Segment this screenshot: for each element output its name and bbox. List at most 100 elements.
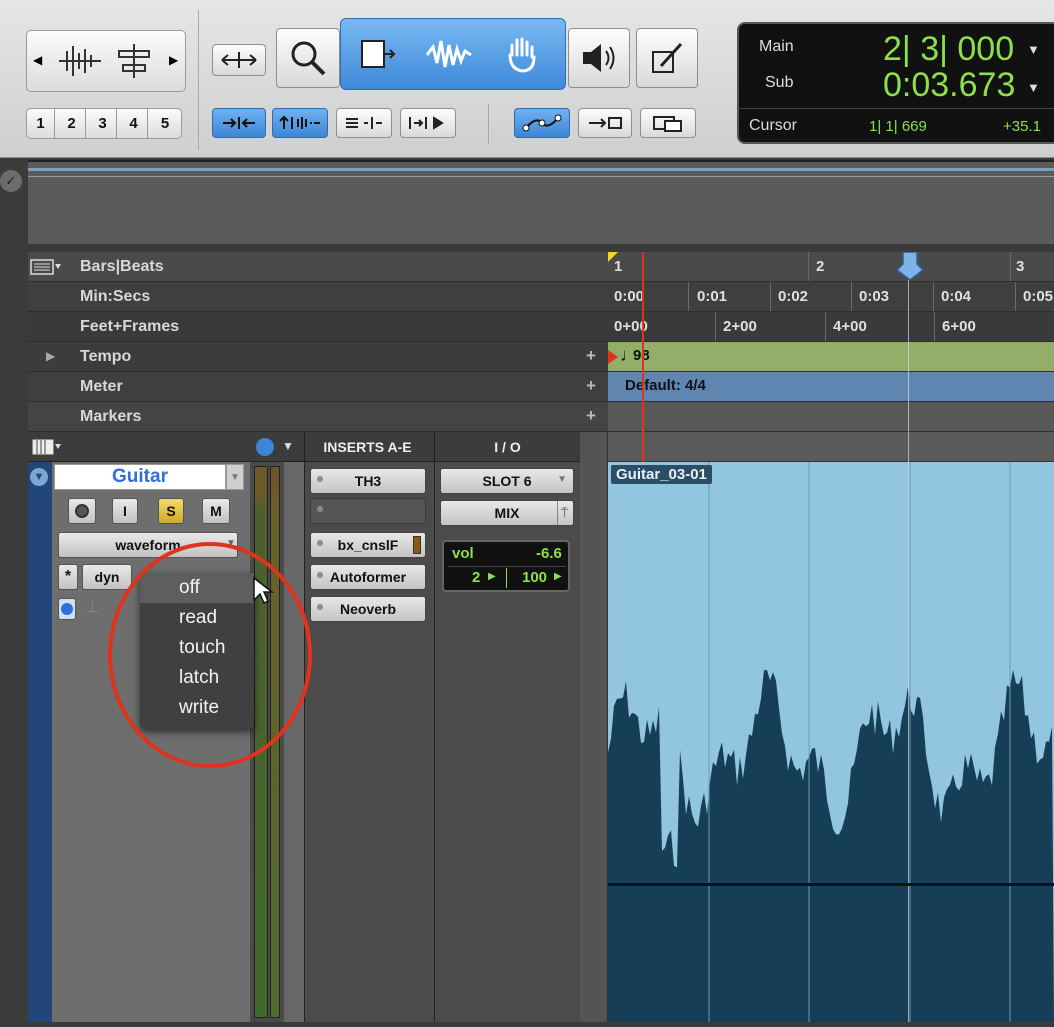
ruler-bars-beats: Bars|Beats 1 2 3	[28, 251, 1054, 282]
pan-right-value[interactable]: 100	[522, 569, 547, 586]
selector-tool-button[interactable]	[421, 33, 479, 77]
add-meter-button[interactable]: +	[586, 376, 596, 396]
bar-tick: 3	[1016, 258, 1025, 275]
ruler-meter: Meter + Default: 4/4	[28, 372, 1054, 402]
track-list-menu-icon[interactable]	[32, 438, 64, 456]
playhead-line	[908, 280, 909, 1022]
edit-cursor-line	[642, 252, 644, 462]
io-column-header[interactable]: I / O	[434, 432, 580, 462]
scrubber-tool-button[interactable]	[568, 28, 630, 88]
zoom-presets: 1 2 3 4 5	[26, 108, 182, 139]
timebase-dropdown-icon[interactable]: ▼	[282, 439, 294, 453]
toolbar: ◀ ▶ 1 2 3 4 5 Main 2| 3| 000 ▼ Sub 0:03.…	[0, 0, 1054, 158]
timebase-clock-icon[interactable]	[256, 438, 274, 456]
time-tick: 0:04	[941, 288, 972, 305]
main-counter-value[interactable]: 2| 3| 000	[883, 30, 1014, 69]
timebase-icon[interactable]	[58, 598, 76, 620]
grabber-tool-button[interactable]	[493, 33, 551, 77]
insert-slot-c[interactable]: bx_cnslF	[310, 532, 426, 558]
markers-lane[interactable]	[608, 402, 1054, 431]
link-timeline-button[interactable]	[514, 108, 570, 138]
main-counter-label: Main	[759, 38, 794, 55]
speaker-icon	[583, 44, 615, 72]
ruler-label-feet-frames: Feet+Frames	[80, 318, 180, 335]
insert-slot-d[interactable]: Autoformer	[310, 564, 426, 590]
main-counter-dropdown-icon[interactable]: ▼	[1027, 42, 1040, 57]
bars-beats-timeline[interactable]: 1 2 3	[608, 251, 1054, 281]
add-tempo-button[interactable]: +	[586, 346, 596, 366]
pencil-icon	[652, 42, 683, 73]
ruler-min-secs: Min:Secs 0:00 0:01 0:02 0:03 0:04 0:05	[28, 282, 1054, 312]
track-expand-icon[interactable]: ▼	[30, 468, 48, 486]
clip-name[interactable]: Guitar_03-01	[611, 465, 712, 484]
zoomer-tool-button[interactable]	[276, 28, 340, 88]
track-name-field[interactable]: Guitar	[54, 464, 226, 490]
frame-tick: 6+00	[942, 318, 976, 335]
insert-slot-e[interactable]: Neoverb	[310, 596, 426, 622]
ruler-label-tempo: Tempo	[80, 348, 132, 365]
feet-frames-timeline[interactable]: 0+00 2+00 4+00 6+00	[608, 312, 1054, 341]
playlist-icon[interactable]: ⊥	[86, 598, 99, 616]
sub-counter-label: Sub	[765, 74, 794, 91]
track-header: ▼ Guitar ▼ I S M waveform ▼ * dyn ⊥ TH3 …	[28, 462, 580, 1022]
sub-counter-dropdown-icon[interactable]: ▼	[1027, 80, 1040, 95]
automation-asterisk-icon[interactable]: *	[58, 564, 78, 590]
vertical-zoom-icon[interactable]	[109, 41, 159, 81]
zoom-toggle-button[interactable]	[212, 44, 266, 76]
trim-tool-button[interactable]	[347, 33, 405, 77]
zoom-preset-5[interactable]: 5	[151, 109, 179, 138]
ruler-tempo: ▶ Tempo + ♩ 98	[28, 342, 1054, 372]
selector-waveform-icon	[425, 40, 472, 68]
min-secs-timeline[interactable]: 0:00 0:01 0:02 0:03 0:04 0:05	[608, 282, 1054, 311]
insertion-follows-button[interactable]	[578, 108, 632, 138]
zoom-out-arrow-icon[interactable]: ◀	[33, 53, 42, 67]
automation-mode-selector[interactable]: dyn	[82, 564, 132, 590]
volume-automation-line	[608, 883, 1054, 886]
add-marker-button[interactable]: +	[586, 406, 596, 426]
insert-slot-a[interactable]: TH3	[310, 468, 426, 494]
main-counter: Main 2| 3| 000 ▼ Sub 0:03.673 ▼ Cursor 1…	[737, 22, 1054, 144]
mute-button[interactable]: M	[202, 498, 230, 524]
zoom-preset-3[interactable]: 3	[89, 109, 117, 138]
pencil-tool-button[interactable]	[636, 28, 698, 88]
insert-slot-b[interactable]	[310, 498, 426, 524]
arrow-box-icon	[589, 117, 622, 129]
zoom-in-arrow-icon[interactable]: ▶	[169, 53, 178, 67]
zoom-preset-4[interactable]: 4	[120, 109, 148, 138]
tempo-expand-icon[interactable]: ▶	[46, 349, 55, 363]
track-name-dropdown-icon[interactable]: ▼	[226, 464, 244, 490]
meter-lane[interactable]: Default: 4/4	[608, 372, 1054, 401]
tempo-lane[interactable]: ♩ 98	[608, 342, 1054, 371]
slip-arrows-icon	[279, 115, 320, 129]
horizontal-zoom-icon[interactable]	[55, 41, 105, 81]
grid-mode-button[interactable]	[400, 108, 456, 138]
ruler-feet-frames: Feet+Frames 0+00 2+00 4+00 6+00	[28, 312, 1054, 342]
zoom-preset-1[interactable]: 1	[27, 109, 55, 138]
bus-selector[interactable]: MIX ⍑	[440, 500, 574, 526]
volume-value[interactable]: -6.6	[536, 545, 562, 562]
shuffle-mode-button[interactable]	[212, 108, 266, 138]
volume-label: vol	[452, 545, 474, 562]
tab-to-transient-button[interactable]	[640, 108, 696, 138]
zoom-preset-2[interactable]: 2	[58, 109, 86, 138]
track-color-strip	[28, 462, 52, 1022]
spot-mode-button[interactable]	[336, 108, 392, 138]
record-enable-button[interactable]	[68, 498, 96, 524]
inserts-column-header[interactable]: INSERTS A-E	[304, 432, 430, 462]
solo-button[interactable]: S	[158, 498, 184, 524]
audio-clip[interactable]	[608, 462, 1054, 1022]
output-selector[interactable]: SLOT 6 ▼	[440, 468, 574, 494]
meter-value: Default: 4/4	[625, 377, 706, 394]
time-tick: 0:05	[1023, 288, 1054, 305]
playhead-marker-icon[interactable]	[895, 251, 925, 285]
sub-counter-value[interactable]: 0:03.673	[883, 66, 1015, 105]
input-monitor-button[interactable]: I	[112, 498, 138, 524]
time-tick: 0:00	[614, 288, 645, 305]
gutter-toggle-icon[interactable]: ✓	[0, 170, 22, 192]
slip-mode-button[interactable]	[272, 108, 328, 138]
pan-right-arrow-icon: ▶	[554, 571, 562, 582]
volume-pan-display: vol -6.6 2 ▶ 100 ▶	[442, 540, 570, 592]
pan-left-value[interactable]: 2	[472, 569, 480, 586]
tempo-marker-icon[interactable]	[608, 350, 618, 364]
ruler-view-menu-icon[interactable]	[30, 258, 62, 276]
